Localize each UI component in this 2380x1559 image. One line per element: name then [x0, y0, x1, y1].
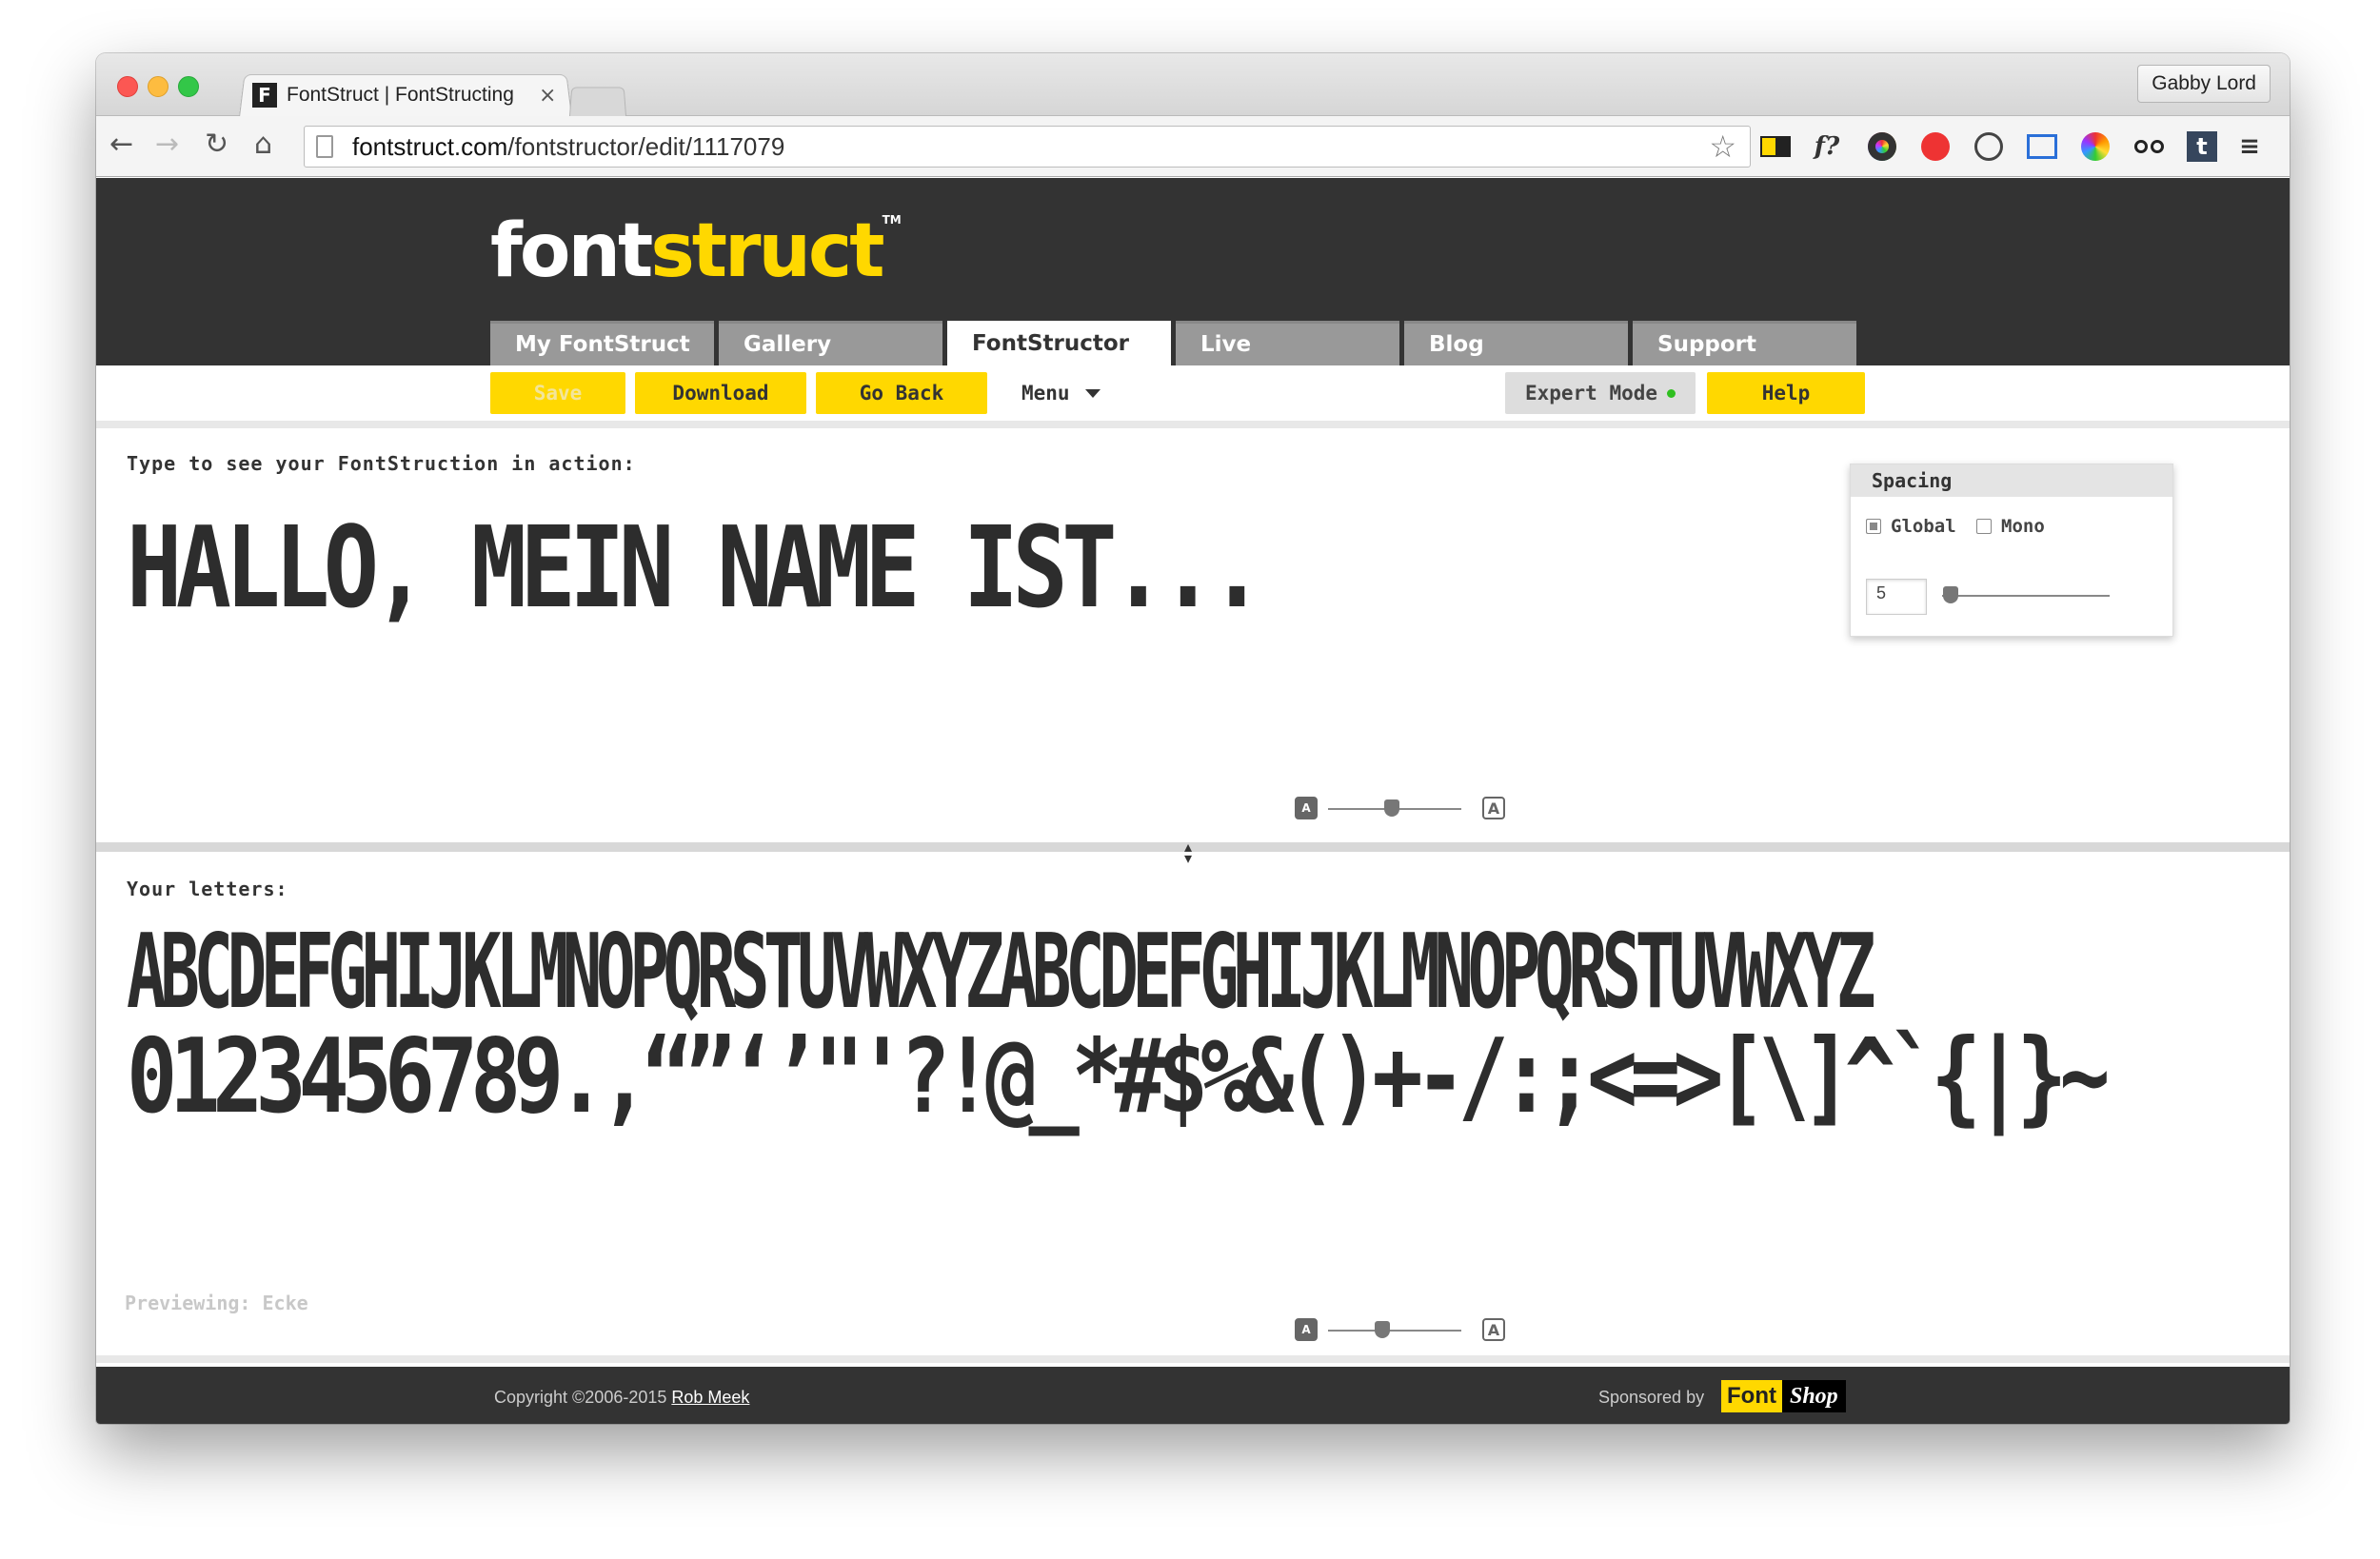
go-back-button[interactable]: Go Back: [816, 372, 987, 414]
fontstruct-logo[interactable]: fontstructTM: [490, 214, 902, 288]
fontshop-logo[interactable]: Font Shop: [1721, 1380, 1846, 1412]
spacing-value-input[interactable]: 5: [1866, 579, 1927, 615]
site-header: fontstructTM My FontStruct Gallery FontS…: [96, 178, 2290, 365]
preview-text-input[interactable]: HALLO, MEIN NAME IST...: [127, 502, 1265, 633]
expert-mode-button[interactable]: Expert Mode: [1505, 372, 1696, 414]
new-tab-button[interactable]: [569, 87, 626, 116]
spacing-global-option[interactable]: Global: [1866, 516, 1956, 537]
previewing-label: Previewing: Ecke: [125, 1292, 308, 1314]
whatfont-extension-icon[interactable]: f?: [1810, 129, 1844, 164]
browser-toolbar: ← → ↻ ⌂ fontstruct.com/fontstructor/edit…: [96, 116, 2290, 177]
chrome-menu-icon[interactable]: ≡: [2232, 129, 2267, 164]
spacing-mono-label: Mono: [2001, 516, 2045, 537]
extension-color-swatch-icon[interactable]: [1758, 129, 1793, 164]
save-button[interactable]: Save: [490, 372, 625, 414]
small-text-size-icon[interactable]: A: [1295, 797, 1318, 819]
home-icon[interactable]: ⌂: [254, 128, 272, 162]
back-arrow-icon[interactable]: ←: [109, 128, 133, 162]
bookmark-star-icon[interactable]: ☆: [1709, 128, 1736, 165]
adblock-extension-icon[interactable]: [1918, 129, 1953, 164]
copyright-text: Copyright ©2006-2015 Rob Meek: [494, 1388, 750, 1407]
nav-tab-blog[interactable]: Blog: [1404, 321, 1628, 365]
author-link[interactable]: Rob Meek: [671, 1388, 749, 1407]
radio-icon[interactable]: [1866, 519, 1881, 534]
address-bar[interactable]: fontstruct.com/fontstructor/edit/1117079…: [304, 126, 1751, 168]
nav-tab-gallery[interactable]: Gallery: [719, 321, 942, 365]
status-dot-icon: [1667, 388, 1676, 398]
typing-label: Type to see your FontStruction in action…: [127, 452, 636, 475]
split-handle-icon[interactable]: ▴ ▾: [1184, 839, 1192, 866]
forward-arrow-icon[interactable]: →: [155, 128, 179, 162]
url-text: fontstruct.com/fontstructor/edit/1117079: [352, 131, 785, 161]
nav-tab-support[interactable]: Support: [1633, 321, 1856, 365]
screenshot-extension-icon[interactable]: [2025, 129, 2059, 164]
letters-line-symbols: 0123456789.,“”‘’"'?!@_*#$%&()+-/:;<=>[\]…: [127, 1017, 2111, 1136]
main-nav: My FontStruct Gallery FontStructor Live …: [490, 321, 1856, 365]
color-wheel-extension-icon[interactable]: [2078, 129, 2112, 164]
fontstruct-page: fontstructTM My FontStruct Gallery FontS…: [96, 178, 2290, 1424]
spacing-slider-thumb[interactable]: [1942, 586, 1958, 603]
browser-tab-bar: F FontStruct | FontStructing × Gabby Lor…: [96, 53, 2290, 117]
spacing-title: Spacing: [1851, 464, 2172, 497]
reload-icon[interactable]: ↻: [205, 128, 228, 162]
nav-tab-live[interactable]: Live: [1176, 321, 1399, 365]
minimize-window-button[interactable]: [148, 76, 169, 97]
zoom-window-button[interactable]: [178, 76, 199, 97]
eyes-extension-icon[interactable]: [2132, 129, 2166, 164]
letters-line-uppercase: ABCDEFGHIJKLMNOPQRSTUVWXYZABCDEFGHIJKLMN…: [127, 913, 1876, 1032]
large-text-size-icon[interactable]: A: [1482, 797, 1505, 819]
nav-tab-my-fontstruct[interactable]: My FontStruct: [490, 321, 714, 365]
letters-size-slider-thumb[interactable]: [1375, 1321, 1391, 1338]
large-text-size-icon[interactable]: A: [1482, 1318, 1505, 1341]
caret-down-icon: [1084, 388, 1101, 398]
download-button[interactable]: Download: [635, 372, 806, 414]
help-button[interactable]: Help: [1707, 372, 1865, 414]
small-text-size-icon[interactable]: A: [1295, 1318, 1318, 1341]
info-extension-icon[interactable]: [1972, 129, 2006, 164]
radio-icon[interactable]: [1976, 519, 1992, 534]
page-icon: [316, 135, 333, 158]
letters-label: Your letters:: [127, 878, 288, 900]
preview-size-slider-thumb[interactable]: [1384, 799, 1400, 817]
action-bar: Save Download Go Back Menu Expert Mode H…: [96, 365, 2290, 421]
browser-window: F FontStruct | FontStructing × Gabby Lor…: [96, 53, 2290, 1424]
split-divider[interactable]: [96, 842, 2290, 852]
close-window-button[interactable]: [117, 76, 138, 97]
spacing-panel: Spacing Global Mono 5: [1850, 464, 2173, 637]
sponsored-by-label: Sponsored by: [1598, 1388, 1705, 1407]
section-divider: [96, 1355, 2290, 1363]
colorzilla-extension-icon[interactable]: [1865, 129, 1899, 164]
tab-title: FontStruct | FontStructing: [287, 84, 514, 106]
section-divider: [96, 421, 2290, 428]
spacing-mono-option[interactable]: Mono: [1976, 516, 2045, 537]
expert-mode-label: Expert Mode: [1524, 382, 1658, 405]
close-tab-icon[interactable]: ×: [539, 84, 556, 108]
nav-tab-fontstructor[interactable]: FontStructor: [947, 321, 1171, 365]
site-footer: Copyright ©2006-2015 Rob Meek Sponsored …: [96, 1367, 2290, 1424]
letters-size-slider-track[interactable]: [1328, 1330, 1461, 1332]
browser-tab-content[interactable]: F FontStruct | FontStructing ×: [247, 74, 570, 116]
profile-button[interactable]: Gabby Lord: [2137, 65, 2271, 103]
fontstruct-favicon-icon: F: [252, 83, 277, 108]
menu-label: Menu: [1021, 382, 1070, 405]
spacing-slider-track[interactable]: [1942, 595, 2110, 597]
menu-dropdown[interactable]: Menu: [1021, 372, 1101, 414]
tumblr-extension-icon[interactable]: t: [2185, 129, 2219, 164]
spacing-global-label: Global: [1891, 516, 1956, 537]
